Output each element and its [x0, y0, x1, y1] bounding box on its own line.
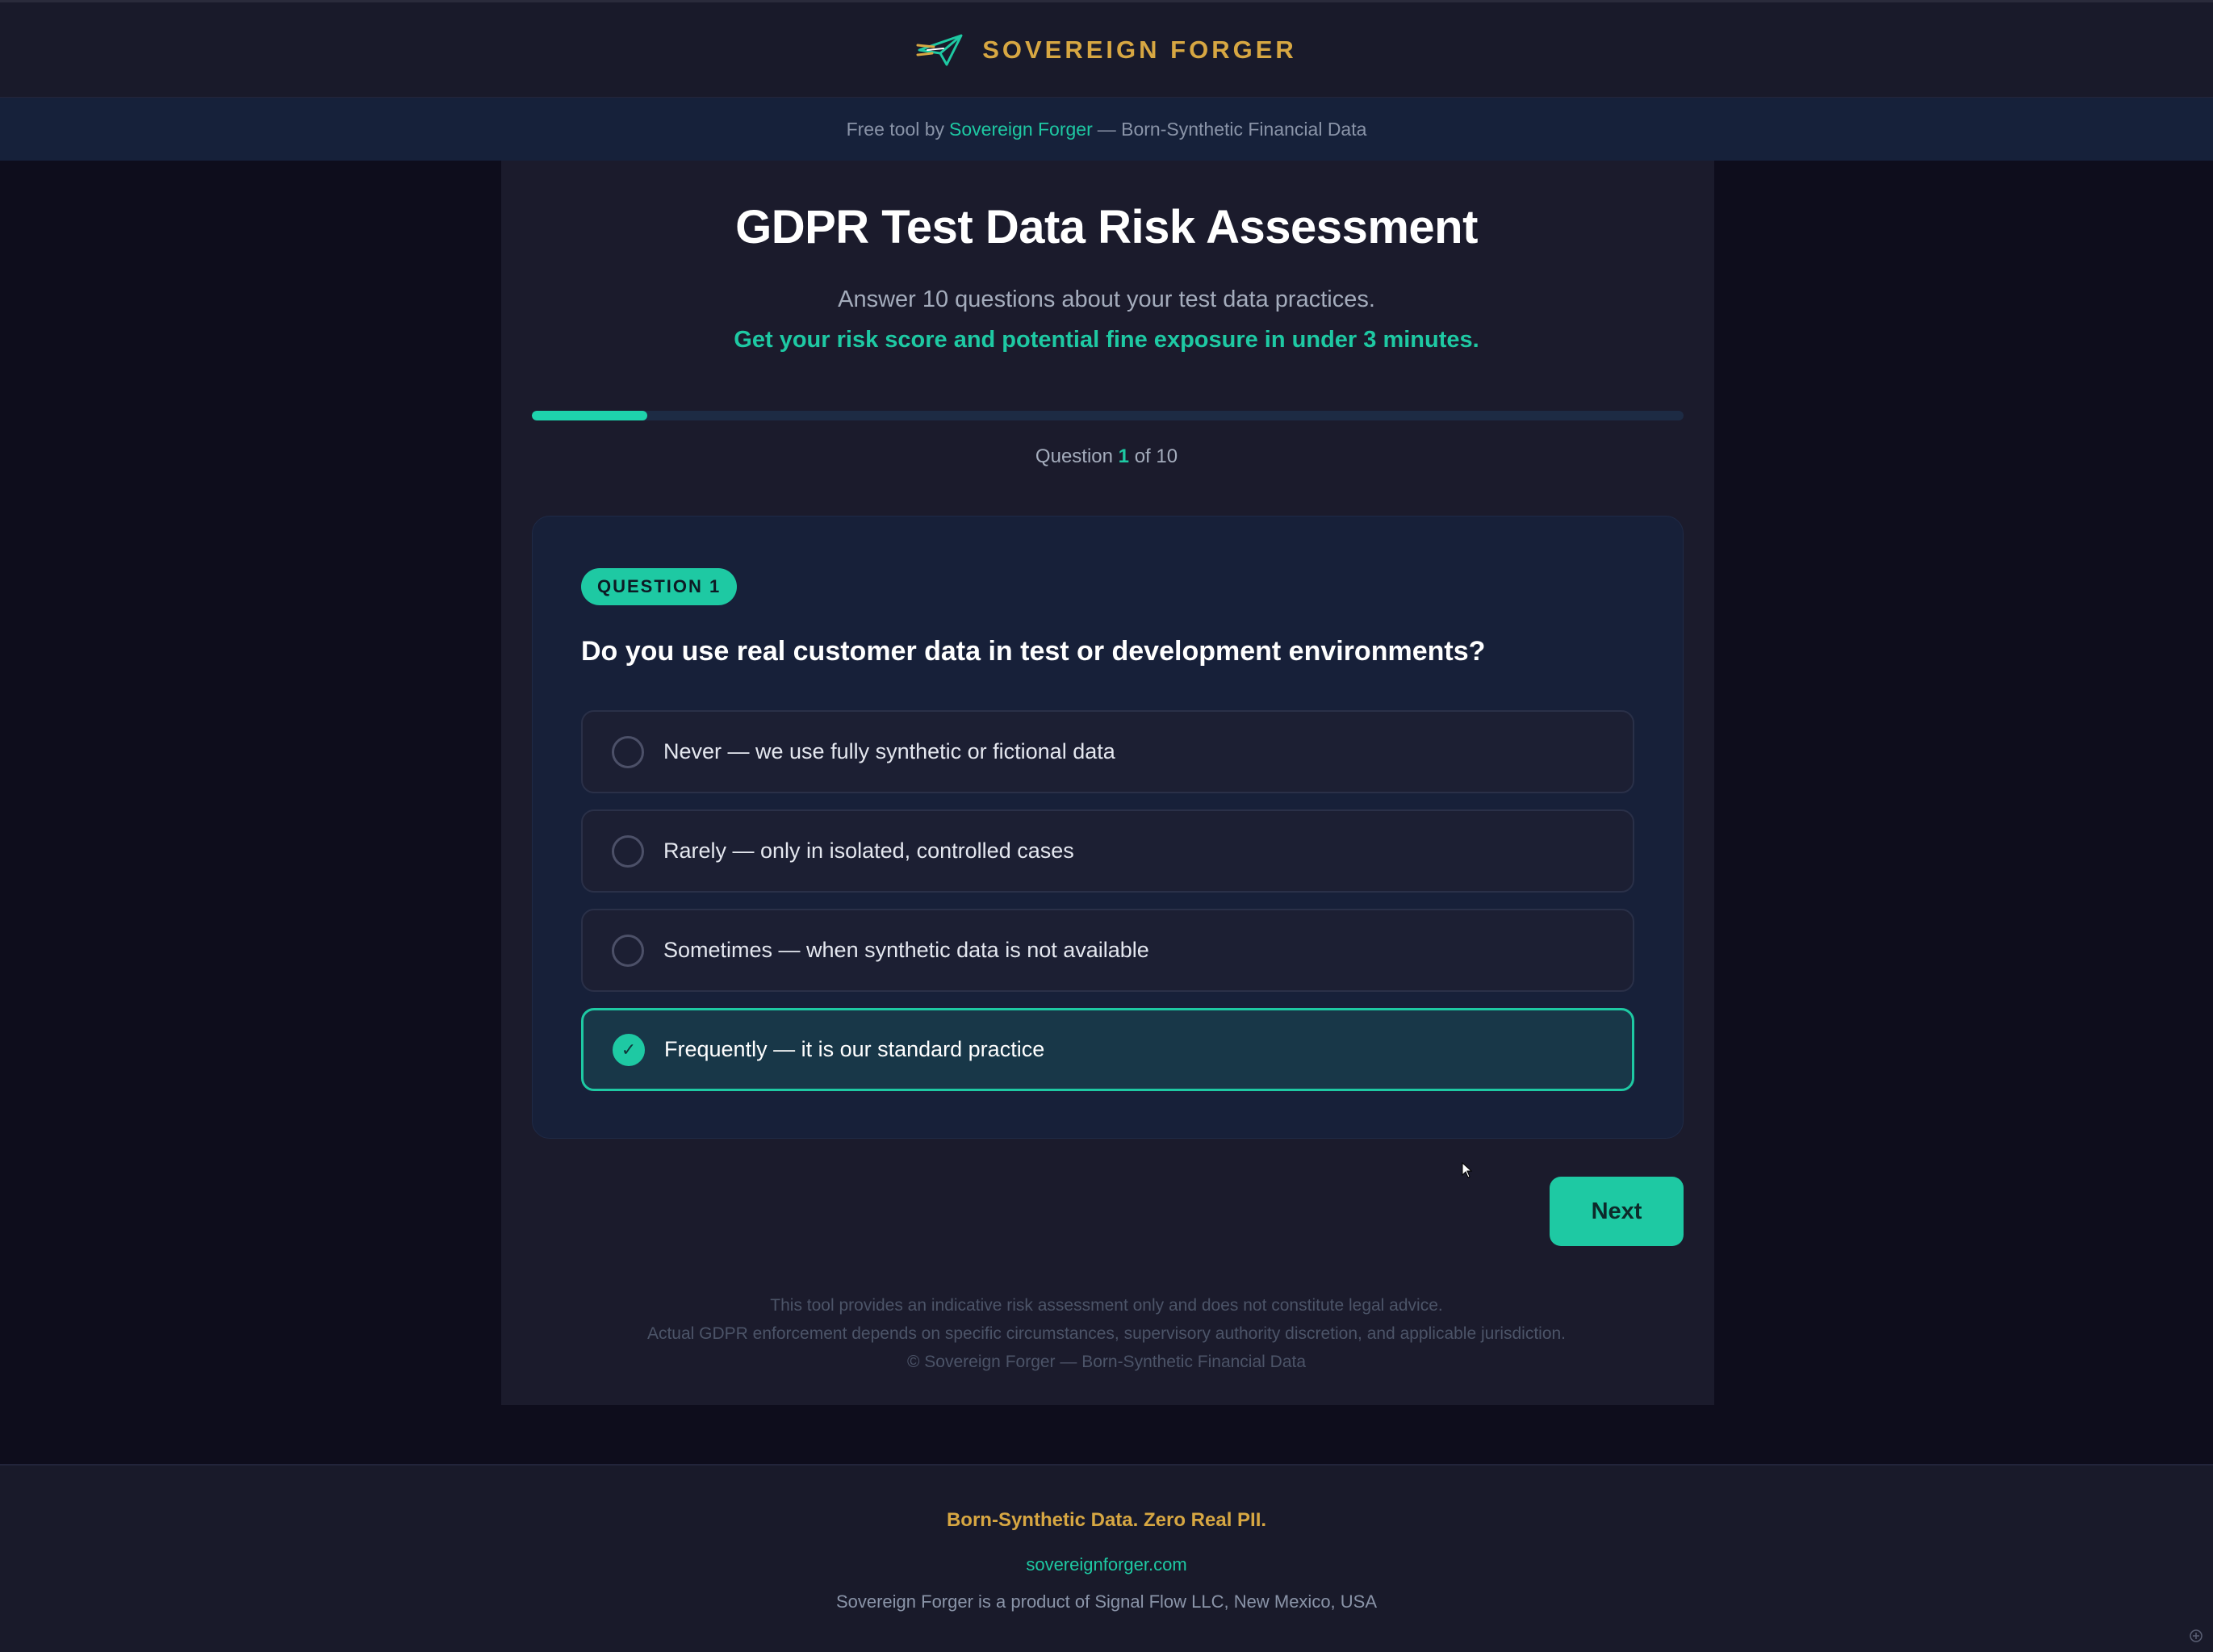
brand-name: SOVEREIGN FORGER [982, 35, 1297, 64]
paper-plane-forge-icon [916, 34, 963, 65]
progress-bar [532, 411, 1684, 420]
progress-bar-fill [532, 411, 647, 420]
answer-option-label: Frequently — it is our standard practice [664, 1037, 1045, 1061]
progress-prefix: Question [1035, 445, 1113, 467]
checkmark-icon: ✓ [621, 1039, 637, 1060]
progress-current: 1 [1118, 445, 1130, 467]
progress-suffix: of 10 [1134, 445, 1178, 467]
radio-icon[interactable] [612, 735, 644, 768]
mouse-cursor-icon [1462, 1162, 1473, 1178]
disclaimer-line: This tool provides an indicative risk as… [770, 1296, 1443, 1315]
progress-text: Question 1 of 10 [0, 445, 2213, 468]
page-subtitle-accent: Get your risk score and potential fine e… [734, 327, 1479, 353]
answer-option-never[interactable]: Never — we use fully synthetic or fictio… [581, 710, 1634, 793]
resize-corner-icon [2190, 1629, 2203, 1642]
answer-option-label: Rarely — only in isolated, controlled ca… [663, 839, 1074, 863]
attribution-link[interactable]: Sovereign Forger [949, 119, 1093, 140]
site-header: SOVEREIGN FORGER [0, 0, 2213, 98]
question-text: Do you use real customer data in test or… [581, 636, 1486, 667]
question-badge: QUESTION 1 [581, 568, 738, 605]
attribution-bar: Free tool by Sovereign Forger — Born-Syn… [0, 98, 2213, 161]
page-title: GDPR Test Data Risk Assessment [735, 201, 1478, 253]
radio-icon[interactable] [612, 834, 644, 868]
copyright-line: © Sovereign Forger — Born-Synthetic Fina… [906, 1353, 1307, 1371]
footer-website-link[interactable]: sovereignforger.com [0, 1554, 2213, 1575]
next-button[interactable]: Next [1550, 1177, 1684, 1246]
radio-icon[interactable] [612, 934, 644, 967]
site-footer: Born-Synthetic Data. Zero Real PII. sove… [0, 1464, 2213, 1652]
disclaimer: This tool provides an indicative risk as… [0, 1291, 2213, 1376]
answer-option-sometimes[interactable]: Sometimes — when synthetic data is not a… [581, 909, 1634, 992]
answer-option-frequently[interactable]: ✓ Frequently — it is our standard practi… [581, 1008, 1634, 1091]
disclaimer-line: Actual GDPR enforcement depends on speci… [646, 1324, 1567, 1343]
answer-option-rarely[interactable]: Rarely — only in isolated, controlled ca… [581, 809, 1634, 893]
brand[interactable]: SOVEREIGN FORGER [916, 31, 1297, 69]
footer-company: Sovereign Forger is a product of Signal … [835, 1591, 1378, 1612]
footer-tagline: Born-Synthetic Data. Zero Real PII. [946, 1509, 1267, 1531]
question-card: QUESTION 1 Do you use real customer data… [532, 516, 1684, 1139]
page-subtitle: Answer 10 questions about your test data… [838, 286, 1375, 312]
attribution-prefix: Free tool by [846, 118, 945, 140]
radio-checked-icon[interactable]: ✓ [613, 1033, 645, 1066]
answer-option-label: Never — we use fully synthetic or fictio… [663, 739, 1115, 763]
attribution-suffix: — Born-Synthetic Financial Data [1097, 118, 1367, 140]
answer-option-label: Sometimes — when synthetic data is not a… [663, 938, 1149, 962]
